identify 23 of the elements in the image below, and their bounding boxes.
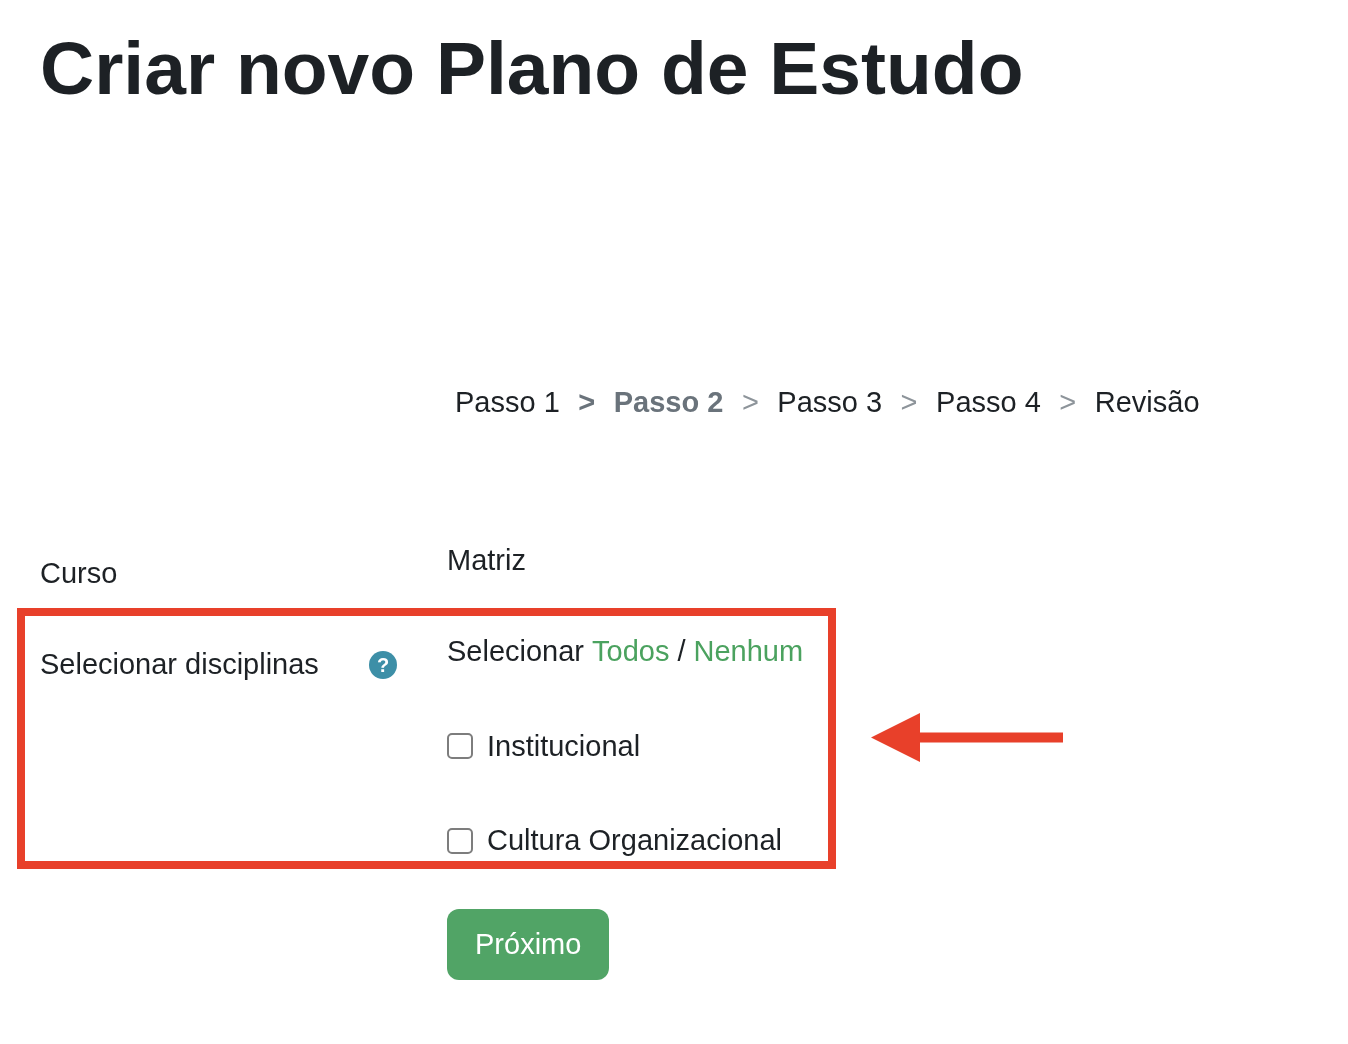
field-value: Matriz bbox=[447, 542, 526, 578]
step-label: Passo 1 bbox=[455, 385, 560, 420]
step-separator: > bbox=[741, 385, 759, 420]
page-title: Criar novo Plano de Estudo bbox=[40, 25, 1024, 112]
field-label: Curso bbox=[40, 555, 118, 591]
checkbox-label[interactable]: Institucional bbox=[487, 724, 641, 768]
select-none-link[interactable]: Nenhum bbox=[693, 630, 804, 674]
next-button[interactable]: Próximo bbox=[447, 908, 610, 980]
checkbox[interactable] bbox=[447, 827, 473, 854]
checkbox[interactable] bbox=[447, 733, 473, 760]
step-separator: > bbox=[578, 385, 596, 420]
step-label: Passo 2 bbox=[613, 385, 724, 420]
step-label: Revisão bbox=[1094, 385, 1200, 420]
step-separator: > bbox=[1059, 385, 1077, 420]
step-separator: > bbox=[900, 385, 918, 420]
select-all-link[interactable]: Todos bbox=[592, 630, 670, 674]
step-label: Passo 4 bbox=[936, 385, 1041, 420]
checkbox-label[interactable]: Cultura Organizacional bbox=[487, 819, 782, 863]
field-label: Selecionar disciplinas bbox=[40, 647, 319, 682]
select-prefix-text: Selecionar bbox=[447, 634, 585, 669]
slash-text: / bbox=[677, 634, 686, 669]
step-label: Passo 3 bbox=[777, 385, 883, 420]
help-icon[interactable]: ? bbox=[369, 651, 397, 679]
